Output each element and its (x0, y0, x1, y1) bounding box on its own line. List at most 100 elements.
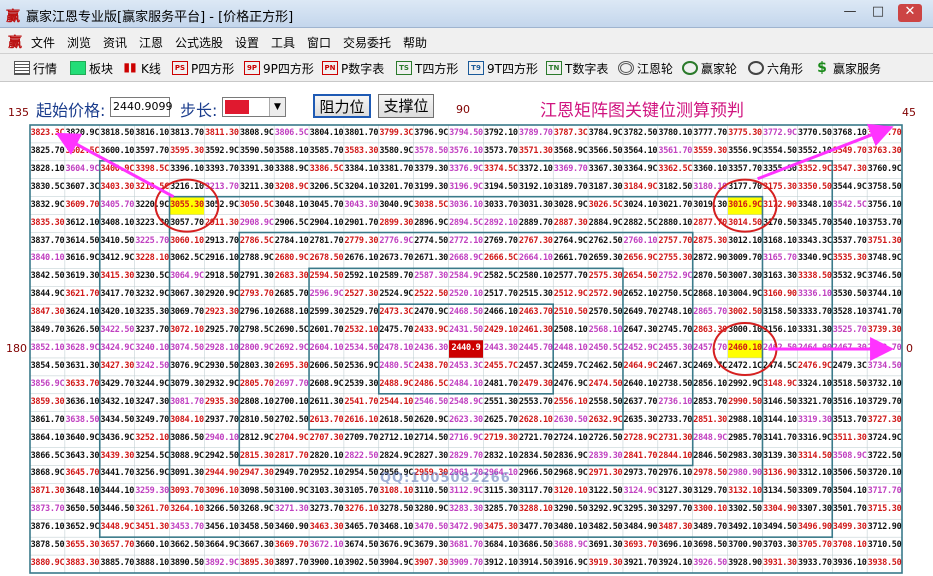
tb-blocks[interactable]: 板块 (70, 58, 113, 78)
grid-cell: 3175.30 (763, 181, 797, 192)
grid-cell: 3852.10 (30, 343, 65, 354)
grid-cell: 2978.50 (693, 468, 728, 479)
grid-cell: 2623.30 (449, 414, 483, 425)
grid-cell: 3139.30 (763, 450, 797, 461)
grid-cell: 2467.30 (832, 343, 867, 354)
tb-winner-wheel[interactable]: 赢家轮 (682, 58, 737, 78)
grid-cell: 2820.10 (309, 450, 344, 461)
grid-cell: 3859.30 (30, 396, 65, 407)
grid-cell: 2470.9C (414, 307, 448, 318)
grid-cell: 3336.10 (797, 289, 832, 300)
grid-cell: 2584.9C (449, 271, 483, 282)
tb-p-table[interactable]: PN P数字表 (322, 58, 384, 78)
menu-browse[interactable]: 浏览 (67, 34, 91, 51)
tb-t-square[interactable]: TS T四方形 (396, 58, 458, 78)
step-select[interactable]: ▼ (222, 97, 286, 117)
grid-cell: 2822.50 (344, 450, 379, 461)
menu-info[interactable]: 资讯 (103, 34, 127, 51)
grid-cell: 3009.70 (728, 253, 762, 264)
grid-cell: 3045.70 (309, 199, 344, 210)
grid-cell: 3014.50 (728, 217, 762, 228)
grid-cell: 2445.70 (518, 343, 553, 354)
grid-cell: 3595.30 (170, 145, 204, 156)
menu-help[interactable]: 帮助 (403, 34, 427, 51)
grid-cell: 3415.30 (100, 271, 135, 282)
grid-cell: 2592.10 (344, 271, 379, 282)
grid-cell: 2875.30 (693, 235, 728, 246)
tb-t-table[interactable]: TN T数字表 (546, 58, 608, 78)
grid-cell: 3261.70 (135, 504, 169, 515)
grid-cell: 3604.9C (65, 163, 100, 174)
grid-cell: 3302.50 (728, 504, 762, 515)
grid-cell: 3619.30 (65, 271, 100, 282)
grid-cell: 3300.10 (693, 504, 728, 515)
grid-cell: 3117.70 (518, 486, 553, 497)
grid-cell: 2817.70 (274, 450, 309, 461)
grid-cell: 3741.70 (867, 307, 902, 318)
menu-window[interactable]: 窗口 (307, 34, 331, 51)
tb-hexagon[interactable]: 六角形 (748, 58, 803, 78)
grid-cell: 3016.9C (727, 196, 763, 215)
tb-kline[interactable]: ▮▮ K线 (122, 58, 160, 78)
grid-cell: 3780.10 (658, 128, 693, 138)
menu-settings[interactable]: 设置 (235, 34, 259, 51)
grid-cell: 3456.10 (204, 522, 239, 533)
grid-cell: 3484.90 (623, 522, 658, 533)
grid-cell: 2474.50 (588, 378, 623, 389)
menu-gann[interactable]: 江恩 (139, 34, 163, 51)
grid-cell: 3789.70 (518, 128, 553, 138)
grid-cell: 3657.70 (100, 540, 135, 551)
grid-cell: 3417.70 (100, 289, 135, 300)
grid-cell: 3854.50 (30, 360, 65, 371)
grid-cell: 2548.9C (449, 396, 483, 407)
grid-cell: 3285.70 (484, 504, 518, 515)
grid-cell: 3055.30 (169, 196, 205, 215)
tb-9t-square[interactable]: T9 9T四方形 (468, 58, 538, 78)
menu-trade[interactable]: 交易委托 (343, 34, 391, 51)
grid-cell: 3424.9C (100, 343, 135, 354)
t9-icon: T9 (468, 61, 484, 75)
grid-cell: 2762.50 (588, 235, 623, 246)
grid-cell: 3040.9C (379, 199, 414, 210)
maximize-icon[interactable]: □ (866, 4, 890, 22)
grid-cell: 3458.50 (239, 522, 274, 533)
grid-cell: 2812.9C (239, 432, 274, 443)
grid-cell: 2630.50 (553, 414, 588, 425)
grid-cell: 2486.5C (414, 378, 448, 389)
grid-cell: 2731.30 (658, 432, 693, 443)
grid-cell: 3168.10 (763, 235, 797, 246)
grid-cell: 2431.50 (449, 325, 483, 336)
menu-tools[interactable]: 工具 (271, 34, 295, 51)
minimize-icon[interactable]: — (838, 4, 862, 22)
grid-cell: 3753.70 (867, 217, 902, 228)
tb-quotes[interactable]: 行情 (14, 58, 57, 78)
close-icon[interactable]: ✕ (898, 4, 922, 22)
grid-cell: 3230.5C (135, 271, 169, 282)
grid-cell: 2464.9C (623, 360, 658, 371)
support-button[interactable]: 支撑位 (378, 94, 434, 118)
grid-cell: 3364.9C (623, 163, 658, 174)
tb-p-square[interactable]: PS P四方形 (172, 58, 234, 78)
grid-cell: 3129.70 (693, 486, 728, 497)
menu-file[interactable]: 文件 (31, 34, 55, 51)
grid-cell: 3180.10 (693, 181, 728, 192)
tb-gann-wheel[interactable]: 江恩轮 (618, 58, 673, 78)
grid-cell: 3844.9C (30, 289, 65, 300)
grid-cell: 2784.10 (274, 235, 309, 246)
tb-9p-square[interactable]: 9P 9P四方形 (244, 58, 314, 78)
grid-cell: 2721.70 (518, 432, 553, 443)
grid-cell: 3816.10 (135, 128, 169, 138)
grid-cell: 2800.9C (239, 343, 274, 354)
grid-cell: 2872.90 (693, 253, 728, 264)
start-price-input[interactable]: 2440.9099 (110, 97, 173, 117)
grid-cell: 3002.50 (728, 307, 762, 318)
grid-cell: 3062.5C (170, 253, 204, 264)
tb-service[interactable]: $ 赢家服务 (814, 58, 881, 78)
resistance-button[interactable]: 阻力位 (313, 94, 371, 118)
menu-formula[interactable]: 公式选股 (175, 34, 223, 51)
grid-cell: 3422.50 (100, 325, 135, 336)
grid-cell: 3477.70 (518, 522, 553, 533)
grid-cell: 2853.70 (693, 396, 728, 407)
grid-cell: 3439.30 (100, 450, 135, 461)
grid-cell: 3033.70 (484, 199, 518, 210)
